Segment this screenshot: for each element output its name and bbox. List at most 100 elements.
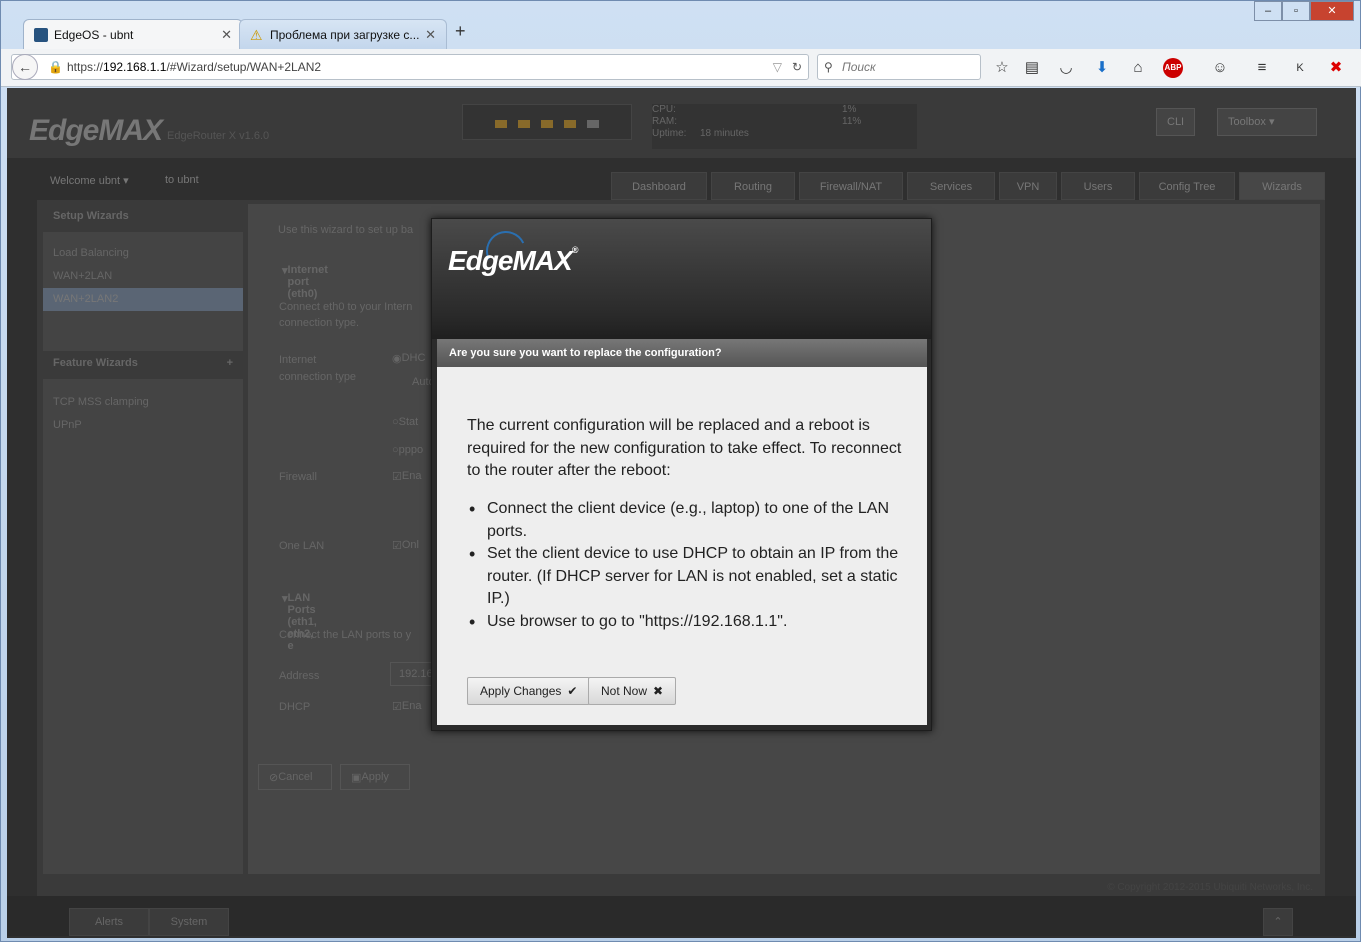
sidebar-item-wan-2lan2[interactable]: WAN+2LAN2	[43, 288, 243, 311]
copyright: © Copyright 2012-2015 Ubiquiti Networks,…	[1107, 882, 1313, 893]
feature-wizards-header: Feature Wizards +	[43, 351, 243, 379]
port-icon	[587, 120, 599, 128]
not-now-button[interactable]: Not Now ✖	[588, 677, 677, 705]
app-footer: Alerts System ⌃	[7, 896, 1356, 936]
sidebar-item-wan-2lan[interactable]: WAN+2LAN	[43, 265, 243, 288]
pocket-icon[interactable]: ◡	[1055, 57, 1077, 79]
sidebar-item-load-balancing[interactable]: Load Balancing	[43, 242, 243, 265]
one-lan-label: One LAN	[279, 540, 325, 552]
tab-config-tree[interactable]: Config Tree	[1139, 172, 1235, 200]
port-icon	[495, 120, 507, 128]
port-icon	[541, 120, 553, 128]
lan-connect-text: Connect the LAN ports to y	[279, 629, 412, 641]
tab-problem[interactable]: ⚠ Проблема при загрузке с... ✕	[239, 19, 447, 49]
to-ubnt: to ubnt	[165, 174, 199, 186]
list-item: Use browser to go to "https://192.168.1.…	[467, 611, 907, 634]
dialog-title: Are you sure you want to replace the con…	[437, 339, 927, 367]
tab-vpn[interactable]: VPN	[999, 172, 1057, 200]
tab-firewall[interactable]: Firewall/NAT	[799, 172, 903, 200]
tab-title: Проблема при загрузке с...	[270, 28, 420, 42]
new-tab-button[interactable]: +	[455, 21, 466, 42]
address-label: Address	[279, 670, 320, 682]
url-dropdown-icon[interactable]: ▽	[773, 55, 782, 79]
tab-dashboard[interactable]: Dashboard	[611, 172, 707, 200]
close-tab-icon[interactable]: ✕	[221, 20, 232, 50]
system-stats: CPU: 1% RAM: 11% Uptime: 18 minutes	[652, 104, 917, 149]
dhcp-checkbox[interactable]: ☑ Ena	[392, 700, 421, 713]
tab-title: EdgeOS - ubnt	[54, 28, 134, 42]
search-icon: ⚲	[824, 60, 833, 74]
url-text[interactable]: https://192.168.1.1/#Wizard/setup/WAN+2L…	[67, 55, 321, 79]
star-icon[interactable]: ☆	[991, 57, 1013, 79]
download-icon[interactable]: ⬇	[1091, 57, 1113, 79]
edgeos-favicon-icon	[34, 28, 48, 42]
apply-changes-button[interactable]: Apply Changes ✔	[467, 677, 591, 705]
dialog-body: The current configuration will be replac…	[437, 367, 927, 725]
tab-wizards[interactable]: Wizards	[1239, 172, 1325, 200]
expand-footer-icon[interactable]: ⌃	[1263, 908, 1293, 936]
alerts-tab[interactable]: Alerts	[69, 908, 149, 936]
dialog-message: The current configuration will be replac…	[467, 417, 902, 480]
cancel-button[interactable]: ⊘ Cancel	[258, 764, 332, 790]
menu-icon[interactable]: ≡	[1251, 57, 1273, 79]
warning-icon: ⚠	[250, 27, 263, 43]
home-icon[interactable]: ⌂	[1127, 57, 1149, 79]
conn-type-label: connection type	[279, 371, 357, 383]
one-lan-checkbox[interactable]: ☑ Onl	[392, 539, 419, 552]
ram-label: RAM:	[652, 116, 677, 127]
x-icon[interactable]: ✖	[1325, 57, 1347, 79]
list-item: Set the client device to use DHCP to obt…	[467, 543, 907, 611]
list-item: Connect the client device (e.g., laptop)…	[467, 498, 907, 543]
cli-button[interactable]: CLI	[1156, 108, 1196, 136]
cpu-value: 1%	[842, 104, 857, 115]
port-indicators	[462, 104, 632, 140]
add-feature-icon[interactable]: +	[227, 357, 233, 369]
port-icon	[518, 120, 530, 128]
reload-icon[interactable]: ↻	[792, 55, 802, 79]
browser-window: ‒ ▫ ✕ EdgeOS - ubnt ✕ ⚠ Проблема при заг…	[0, 0, 1361, 942]
uptime-label: Uptime:	[652, 128, 687, 139]
firewall-label: Firewall	[279, 471, 317, 483]
adblock-icon[interactable]: ABP	[1163, 58, 1183, 78]
uptime-value: 18 minutes	[700, 128, 749, 139]
apply-button[interactable]: ▣ Apply	[340, 764, 410, 790]
edgemax-logo: EdgeMAX	[29, 114, 163, 147]
welcome-menu[interactable]: Welcome ubnt ▾	[50, 174, 129, 187]
dhcp-radio[interactable]: ◉ DHC	[392, 352, 425, 365]
port-icon	[564, 120, 576, 128]
model-label: EdgeRouter X v1.6.0	[167, 130, 270, 142]
tab-routing[interactable]: Routing	[711, 172, 795, 200]
lock-icon: 🔒	[48, 60, 63, 74]
conn-type-label: Internet	[279, 354, 317, 366]
tab-edgeos[interactable]: EdgeOS - ubnt ✕	[23, 19, 243, 49]
sidebar-item-upnp[interactable]: UPnP	[43, 414, 243, 437]
reader-icon[interactable]: ▤	[1021, 57, 1043, 79]
connect-text: connection type.	[279, 317, 360, 329]
system-tab[interactable]: System	[149, 908, 229, 936]
k-icon[interactable]: K	[1289, 57, 1311, 79]
static-radio[interactable]: ○ Stat	[392, 416, 418, 428]
search-field[interactable]: ⚲ Поиск	[817, 54, 981, 80]
dhcp-label: DHCP	[279, 701, 311, 713]
pppoe-radio[interactable]: ○ pppo	[392, 444, 423, 456]
url-bar[interactable]: ← 🔒 https://192.168.1.1/#Wizard/setup/WA…	[11, 54, 809, 80]
close-icon: ✖	[653, 684, 664, 698]
dialog-header: EdgeMAX®	[432, 219, 931, 339]
setup-wizards-header: Setup Wizards	[43, 204, 243, 232]
chat-icon[interactable]: ☺	[1209, 57, 1231, 79]
tab-bar: EdgeOS - ubnt ✕ ⚠ Проблема при загрузке …	[9, 15, 1354, 49]
app-header: EdgeMAX EdgeRouter X v1.6.0 CPU: 1% RAM:…	[7, 88, 1356, 158]
close-tab-icon[interactable]: ✕	[425, 20, 436, 50]
sidebar-item-tcp-mss[interactable]: TCP MSS clamping	[43, 391, 243, 414]
sidebar: Setup Wizards Load Balancing WAN+2LAN WA…	[43, 204, 243, 874]
firewall-checkbox[interactable]: ☑ Ena	[392, 470, 421, 483]
ram-value: 11%	[842, 116, 862, 127]
back-button[interactable]: ←	[12, 54, 38, 80]
connect-text: Connect eth0 to your Intern	[279, 301, 413, 313]
lan-ports-header[interactable]: ▾ LAN Ports (eth1, eth2, e	[282, 592, 317, 652]
tab-users[interactable]: Users	[1061, 172, 1135, 200]
dialog-instructions: Connect the client device (e.g., laptop)…	[467, 498, 907, 634]
internet-port-header[interactable]: ▾ Internet port (eth0)	[282, 264, 328, 300]
tab-services[interactable]: Services	[907, 172, 995, 200]
toolbox-button[interactable]: Toolbox ▾	[1217, 108, 1317, 136]
